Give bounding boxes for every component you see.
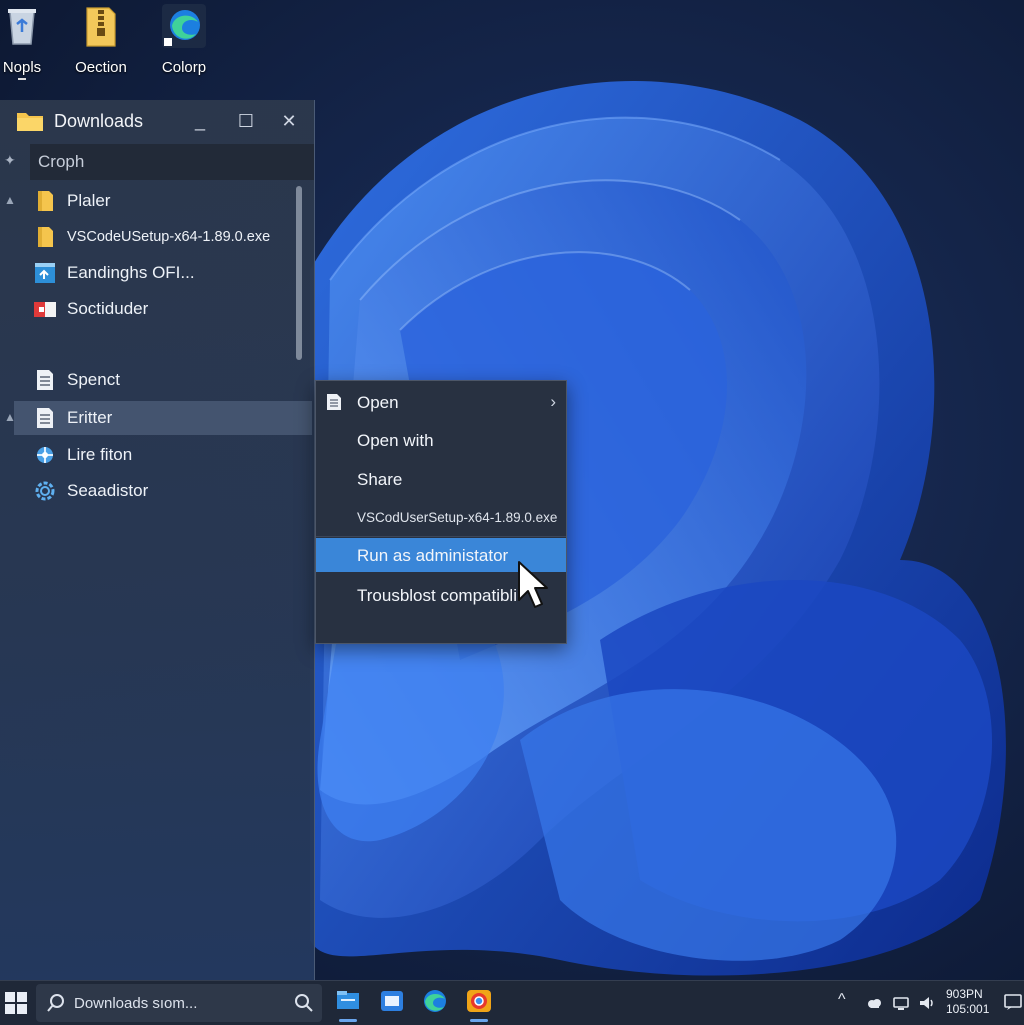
taskbar-app-edge[interactable] bbox=[420, 987, 450, 1019]
title-bar[interactable]: Downloads _ ☐ ✕ bbox=[0, 100, 314, 142]
list-item-selected[interactable]: ▲ Eritter bbox=[4, 401, 312, 435]
archive-folder-icon bbox=[86, 7, 116, 47]
document-icon bbox=[37, 408, 53, 428]
installer-icon bbox=[35, 263, 55, 283]
taskbar-search-text: Downloads sıom... bbox=[74, 995, 198, 1012]
menu-item-label: Trousblost compatibli bbox=[357, 586, 517, 605]
window-title: Downloads bbox=[54, 111, 144, 131]
store-icon bbox=[381, 991, 403, 1011]
menu-separator bbox=[316, 536, 566, 537]
list-item[interactable]: Soctiduder bbox=[0, 292, 300, 326]
selection-indicator bbox=[18, 78, 26, 80]
system-clock[interactable]: 903PN 105:001 bbox=[946, 987, 989, 1017]
list-item[interactable]: VSCodeUSetup-x64-1.89.0.exe bbox=[0, 220, 300, 254]
mouse-cursor-icon bbox=[518, 561, 548, 608]
edge-browser-icon bbox=[162, 4, 206, 48]
folder-icon bbox=[17, 113, 43, 131]
list-item[interactable]: ▲ Plaler bbox=[0, 184, 300, 218]
menu-item-share[interactable]: Share bbox=[316, 462, 566, 496]
desktop-icon-label: Nopls bbox=[2, 59, 42, 76]
active-indicator bbox=[339, 1019, 357, 1022]
taskbar-app-store[interactable] bbox=[377, 987, 407, 1019]
collapse-arrow-icon[interactable]: ▲ bbox=[4, 410, 16, 424]
menu-item-label: Run as administator bbox=[357, 546, 509, 565]
file-explorer-window: Downloads _ ☐ ✕ ✦ Croph ▲ Plaler VSCodeU… bbox=[0, 100, 315, 980]
list-item[interactable]: Seaadistor bbox=[0, 474, 300, 508]
list-item[interactable]: Lire fiton bbox=[0, 438, 300, 472]
file-name: Seaadistor bbox=[67, 481, 149, 500]
desktop-icon-oection[interactable]: Oection bbox=[61, 4, 141, 76]
collapse-arrow-icon[interactable]: ▲ bbox=[4, 193, 16, 207]
close-button[interactable]: ✕ bbox=[271, 106, 307, 136]
app-icon bbox=[34, 302, 56, 317]
windows-start-icon[interactable] bbox=[4, 991, 28, 1015]
folder-icon bbox=[38, 227, 53, 247]
taskbar-search-box[interactable]: Downloads sıom... bbox=[36, 984, 322, 1022]
file-name: VSCodeUSetup-x64-1.89.0.exe bbox=[67, 229, 271, 245]
active-indicator bbox=[470, 1019, 488, 1022]
desktop-icon-label: Oection bbox=[75, 59, 127, 76]
minimize-button[interactable]: _ bbox=[182, 106, 218, 136]
maximize-button[interactable]: ☐ bbox=[228, 106, 264, 136]
network-icon bbox=[37, 447, 53, 463]
file-name: Eandinghs OFI... bbox=[67, 263, 195, 282]
cloud-sync-icon[interactable] bbox=[866, 995, 882, 1011]
chrome-icon bbox=[467, 990, 491, 1012]
edge-icon bbox=[424, 990, 446, 1012]
file-name: Lire fiton bbox=[67, 445, 133, 464]
document-icon bbox=[37, 370, 53, 390]
volume-icon[interactable] bbox=[918, 995, 936, 1011]
scrollbar-thumb[interactable] bbox=[296, 186, 302, 360]
clock-time: 903PN bbox=[946, 987, 983, 1001]
file-name: Eritter bbox=[67, 408, 113, 427]
clock-date: 105:001 bbox=[946, 1002, 990, 1016]
menu-item-open[interactable]: Open › bbox=[316, 385, 566, 419]
taskbar-app-file-explorer[interactable] bbox=[333, 987, 363, 1022]
menu-item-label: Open bbox=[357, 393, 399, 412]
file-name: Spenct bbox=[67, 370, 120, 389]
folder-icon bbox=[38, 191, 53, 211]
tray-overflow-chevron-icon[interactable]: ^ bbox=[838, 991, 846, 1009]
document-icon bbox=[327, 394, 341, 410]
menu-item-label: VSCodUserSetup-x64-1.89.0.exe bbox=[357, 510, 558, 525]
taskbar-app-chrome[interactable] bbox=[464, 987, 494, 1022]
address-bar: ✦ Croph bbox=[0, 144, 314, 180]
network-icon[interactable] bbox=[892, 995, 910, 1011]
desktop-icon-colorp[interactable]: Colorp bbox=[144, 4, 224, 76]
file-name: Plaler bbox=[67, 191, 111, 210]
recycle-bin-icon bbox=[8, 9, 36, 45]
search-input[interactable]: Croph bbox=[30, 144, 314, 180]
file-explorer-icon bbox=[337, 991, 359, 1009]
menu-item-filename[interactable]: VSCodUserSetup-x64-1.89.0.exe bbox=[316, 500, 566, 534]
search-icon bbox=[295, 994, 313, 1012]
desktop-icon-nopls[interactable]: Nopls bbox=[0, 4, 62, 80]
menu-item-open-with[interactable]: Open with bbox=[316, 423, 566, 457]
list-item[interactable]: Eandinghs OFI... bbox=[0, 256, 300, 290]
pin-icon[interactable]: ✦ bbox=[4, 152, 16, 169]
menu-item-label: Share bbox=[357, 470, 403, 489]
chevron-right-icon: › bbox=[550, 392, 556, 411]
search-input-text: Croph bbox=[38, 152, 85, 171]
list-item[interactable]: Spenct bbox=[0, 363, 300, 397]
search-icon bbox=[47, 994, 64, 1012]
desktop-icon-label: Colorp bbox=[161, 59, 207, 76]
taskbar: Downloads sıom... ^ 903PN 105:001 bbox=[0, 980, 1024, 1025]
notification-icon[interactable] bbox=[1004, 993, 1022, 1011]
menu-item-label: Open with bbox=[357, 431, 434, 450]
file-name: Soctiduder bbox=[67, 299, 149, 318]
settings-icon bbox=[35, 481, 55, 501]
